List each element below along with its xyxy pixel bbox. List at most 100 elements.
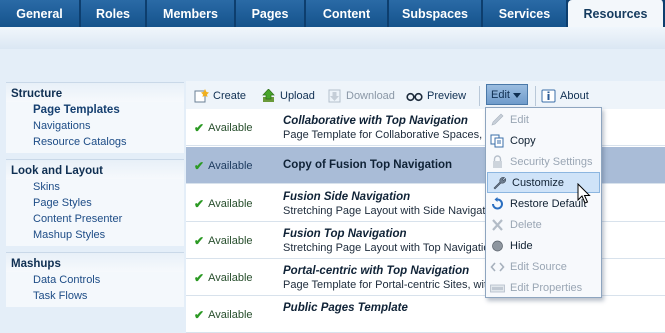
lock-icon xyxy=(490,154,505,169)
toolbar-divider xyxy=(535,86,536,106)
delete-icon xyxy=(490,218,505,232)
tab-label: General xyxy=(16,6,63,21)
sidebar-item-content-presenter[interactable]: Content Presenter xyxy=(6,211,184,227)
tab-label: Services xyxy=(498,6,551,21)
glasses-icon xyxy=(406,89,423,103)
row-title[interactable]: Fusion Side Navigation xyxy=(283,191,410,203)
download-icon xyxy=(327,89,342,103)
status-cell: ✔ Available xyxy=(194,160,253,172)
header-band xyxy=(0,27,665,49)
toolbar-divider xyxy=(479,86,480,106)
status-cell: ✔ Available xyxy=(194,309,253,321)
status-cell: ✔ Available xyxy=(194,272,253,284)
menu-item-edit-source: Edit Source xyxy=(486,256,601,277)
sidebar-item-task-flows[interactable]: Task Flows xyxy=(6,288,184,304)
upload-label: Upload xyxy=(280,90,315,102)
row-title[interactable]: Fusion Top Navigation xyxy=(283,228,407,240)
tab-label: Roles xyxy=(95,6,131,21)
checkmark-icon: ✔ xyxy=(194,197,205,211)
download-button: Download xyxy=(327,88,395,104)
tab-services[interactable]: Services xyxy=(483,0,568,27)
checkmark-icon: ✔ xyxy=(194,271,205,285)
tab-bar: General Roles Members Pages Content Subs… xyxy=(0,0,665,28)
tab-label: Subspaces xyxy=(401,6,468,21)
menu-item-label: Security Settings xyxy=(510,155,593,168)
sidebar-item-skins[interactable]: Skins xyxy=(6,179,184,195)
mouse-pointer-icon xyxy=(577,182,591,205)
sidebar-heading: Mashups xyxy=(6,253,184,272)
restore-icon xyxy=(490,196,505,211)
status-text: Available xyxy=(208,198,253,210)
sidebar-item-page-templates[interactable]: Page Templates xyxy=(6,102,184,118)
row-title[interactable]: Copy of Fusion Top Navigation xyxy=(283,159,452,171)
about-label: About xyxy=(560,90,589,102)
sidebar-item-data-controls[interactable]: Data Controls xyxy=(6,272,184,288)
preview-button[interactable]: Preview xyxy=(406,88,466,104)
menu-item-label: Copy xyxy=(510,134,536,147)
sidebar-heading: Look and Layout xyxy=(6,160,184,179)
upload-icon xyxy=(261,88,276,103)
info-icon xyxy=(541,89,556,103)
row-title[interactable]: Collaborative with Top Navigation xyxy=(283,115,468,127)
edit-label: Edit xyxy=(491,88,510,101)
tab-content[interactable]: Content xyxy=(306,0,389,27)
toolbar: Create Upload Download Preview Edit Abou… xyxy=(186,81,665,109)
tab-resources[interactable]: Resources xyxy=(568,0,665,28)
menu-item-label: Edit Properties xyxy=(510,281,583,294)
checkmark-icon: ✔ xyxy=(194,159,205,173)
create-button[interactable]: Create xyxy=(194,88,246,104)
menu-item-label: Hide xyxy=(510,239,533,252)
sidebar-section-look-and-layout: Look and Layout Skins Page Styles Conten… xyxy=(6,159,184,246)
sidebar-item-mashup-styles[interactable]: Mashup Styles xyxy=(6,227,184,243)
sidebar-item-navigations[interactable]: Navigations xyxy=(6,118,184,134)
sidebar-section-mashups: Mashups Data Controls Task Flows xyxy=(6,252,184,307)
tab-label: Resources xyxy=(583,7,648,21)
tab-label: Members xyxy=(163,6,218,21)
sidebar-heading: Structure xyxy=(6,83,184,102)
tab-label: Content xyxy=(322,6,371,21)
status-cell: ✔ Available xyxy=(194,198,253,210)
preview-label: Preview xyxy=(427,90,467,102)
header-spacer xyxy=(0,49,665,79)
menu-item-label: Edit xyxy=(510,113,529,126)
edit-menu-button[interactable]: Edit xyxy=(486,84,528,105)
code-icon xyxy=(490,260,505,274)
sidebar: Structure Page Templates Navigations Res… xyxy=(6,82,184,313)
pencil-icon xyxy=(490,113,505,127)
menu-item-label: Edit Source xyxy=(510,260,567,273)
checkmark-icon: ✔ xyxy=(194,308,205,322)
tab-members[interactable]: Members xyxy=(147,0,236,27)
tab-roles[interactable]: Roles xyxy=(81,0,147,27)
menu-item-edit: Edit xyxy=(486,109,601,130)
tab-subspaces[interactable]: Subspaces xyxy=(389,0,483,27)
status-cell: ✔ Available xyxy=(194,122,253,134)
menu-item-delete: Delete xyxy=(486,214,601,235)
sidebar-section-structure: Structure Page Templates Navigations Res… xyxy=(6,82,184,153)
row-title[interactable]: Portal-centric with Top Navigation xyxy=(283,265,469,277)
chevron-down-icon xyxy=(512,89,521,101)
table-row[interactable]: ✔ Available Public Pages Template xyxy=(186,296,665,333)
sidebar-item-resource-catalogs[interactable]: Resource Catalogs xyxy=(6,134,184,150)
row-description: Page Template for Portal-centric Sites, … xyxy=(283,279,582,291)
menu-item-hide[interactable]: Hide xyxy=(486,235,601,256)
create-label: Create xyxy=(213,90,247,102)
about-button[interactable]: About xyxy=(541,88,589,104)
upload-button[interactable]: Upload xyxy=(261,88,315,104)
create-icon xyxy=(194,89,209,103)
row-description: Stretching Page Layout with Top Navigati… xyxy=(283,242,496,254)
menu-item-label: Delete xyxy=(510,218,542,231)
row-title[interactable]: Public Pages Template xyxy=(283,302,408,314)
tab-pages[interactable]: Pages xyxy=(236,0,306,27)
hide-icon xyxy=(490,239,505,253)
tab-general[interactable]: General xyxy=(0,0,81,27)
status-text: Available xyxy=(208,160,253,172)
copy-icon xyxy=(490,134,505,148)
menu-item-edit-properties: Edit Properties xyxy=(486,277,601,298)
menu-item-security-settings: Security Settings xyxy=(486,151,601,172)
status-text: Available xyxy=(208,309,253,321)
status-text: Available xyxy=(208,235,253,247)
menu-item-copy[interactable]: Copy xyxy=(486,130,601,151)
status-text: Available xyxy=(208,272,253,284)
sidebar-item-page-styles[interactable]: Page Styles xyxy=(6,195,184,211)
checkmark-icon: ✔ xyxy=(194,234,205,248)
